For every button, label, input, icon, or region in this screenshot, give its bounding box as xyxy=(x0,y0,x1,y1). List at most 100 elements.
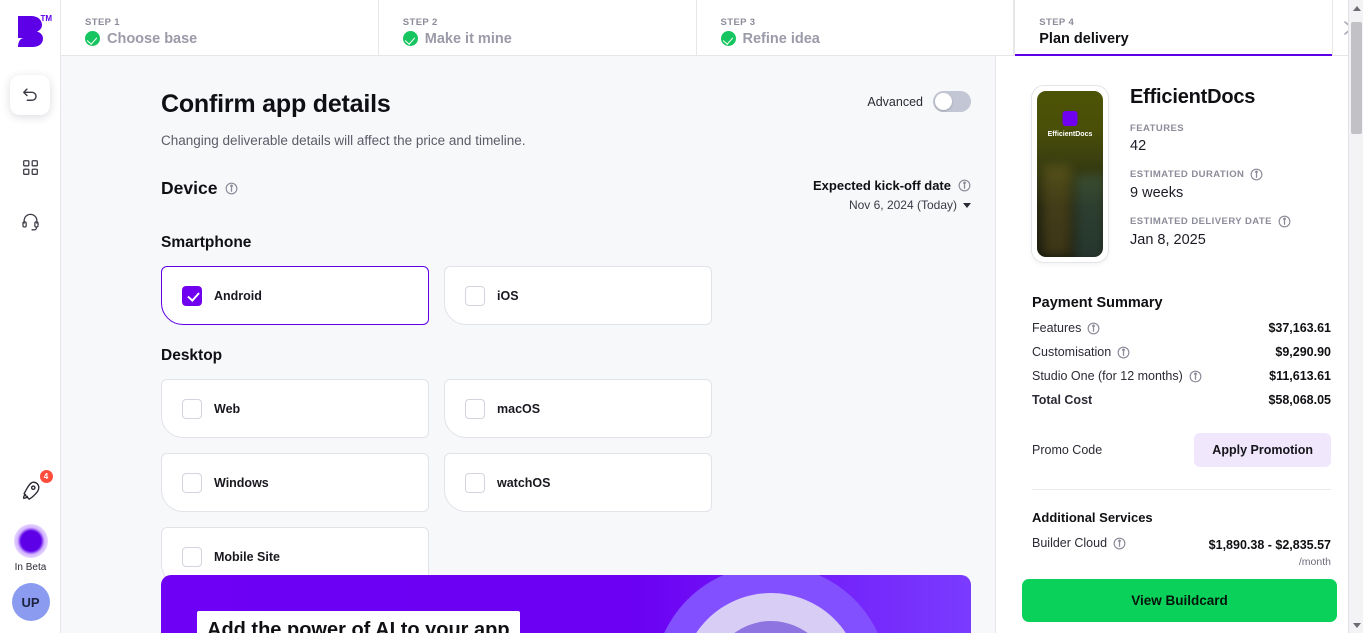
check-circle-icon xyxy=(402,31,418,46)
steps-header: STEP 1 Choose base STEP 2 Make it mine S… xyxy=(61,0,1363,56)
group-title-smartphone: Smartphone xyxy=(161,234,252,251)
view-buildcard-button[interactable]: View Buildcard xyxy=(1022,578,1337,622)
delivery-label-row: ESTIMATED DELIVERY DATE xyxy=(1130,215,1291,228)
brand-logo[interactable]: TM xyxy=(0,0,60,61)
app-thumbnail-label: EfficientDocs xyxy=(1047,131,1093,138)
device-option-web[interactable]: Web xyxy=(161,379,429,438)
app-thumbnail: EfficientDocs xyxy=(1032,86,1108,262)
step-tab-2[interactable]: STEP 2 Make it mine xyxy=(379,0,697,55)
payment-row-label-group: Features xyxy=(1032,321,1100,335)
duration-label: ESTIMATED DURATION xyxy=(1130,169,1245,180)
app-header: EfficientDocs EfficientDocs FEATURES 42 … xyxy=(1032,86,1331,262)
checkbox-mobile-site[interactable] xyxy=(182,546,202,567)
smartphone-options: Android iOS xyxy=(161,266,971,325)
step-tab-3[interactable]: STEP 3 Refine idea xyxy=(697,0,1015,55)
info-icon[interactable] xyxy=(1278,215,1291,228)
cta-footer: View Buildcard xyxy=(996,567,1363,633)
info-icon[interactable] xyxy=(1250,168,1263,181)
app-icon xyxy=(1062,111,1078,126)
step-tab-1[interactable]: STEP 1 Choose base xyxy=(61,0,379,55)
device-option-label: Web xyxy=(214,401,241,416)
step-4-title: Plan delivery xyxy=(1039,30,1129,47)
support-button[interactable] xyxy=(10,201,50,241)
step-1-title: Choose base xyxy=(107,30,198,47)
beta-label: In Beta xyxy=(14,562,47,573)
info-icon[interactable] xyxy=(225,182,238,195)
section-divider xyxy=(1032,489,1331,490)
payment-row-total: Total Cost $58,068.05 xyxy=(1032,393,1331,407)
desktop-options: Web macOS Windows watchOS Mobile Site xyxy=(161,379,971,586)
device-option-label: Android xyxy=(214,288,262,303)
features-value: 42 xyxy=(1130,138,1147,154)
concentric-rings-decoration xyxy=(651,575,891,633)
payment-row-label-group: Studio One (for 12 months) xyxy=(1032,369,1202,383)
device-option-watchos[interactable]: watchOS xyxy=(444,453,712,512)
info-icon[interactable] xyxy=(1113,537,1126,550)
undo-button[interactable] xyxy=(10,75,50,115)
payment-row-label: Customisation xyxy=(1032,345,1112,359)
checkbox-windows[interactable] xyxy=(182,472,202,493)
payment-row-label: Studio One (for 12 months) xyxy=(1032,369,1183,383)
checkbox-web[interactable] xyxy=(182,398,202,419)
promo-code-label: Promo Code xyxy=(1032,443,1103,457)
main-column: STEP 1 Choose base STEP 2 Make it mine S… xyxy=(61,0,1363,633)
beta-orb-icon xyxy=(13,524,48,558)
rocket-button[interactable]: 4 xyxy=(15,470,53,506)
device-option-label: Mobile Site xyxy=(214,549,280,564)
app-thumbnail-image: EfficientDocs xyxy=(1037,91,1103,257)
checkbox-watchos[interactable] xyxy=(465,472,485,493)
apply-promotion-button[interactable]: Apply Promotion xyxy=(1194,433,1331,467)
ai-promo-headline: Add the power of AI to your app xyxy=(197,611,520,633)
checkbox-macos[interactable] xyxy=(465,398,485,419)
device-option-android[interactable]: Android xyxy=(161,266,429,325)
page-scrollbar[interactable] xyxy=(1348,0,1363,633)
device-option-ios[interactable]: iOS xyxy=(444,266,712,325)
page-title: Confirm app details xyxy=(161,90,391,118)
info-icon[interactable] xyxy=(1117,346,1130,359)
step-3-title: Refine idea xyxy=(742,30,820,47)
ai-promo-banner[interactable]: Add the power of AI to your app xyxy=(161,575,971,633)
device-option-macos[interactable]: macOS xyxy=(444,379,712,438)
payment-row-label-group: Customisation xyxy=(1032,345,1130,359)
rocket-icon xyxy=(22,481,39,500)
summary-panel: EfficientDocs EfficientDocs FEATURES 42 … xyxy=(995,56,1363,633)
checkbox-android[interactable] xyxy=(182,285,202,306)
info-icon[interactable] xyxy=(1087,322,1100,335)
payment-row-amount: $37,163.61 xyxy=(1268,321,1331,335)
body-split: Confirm app details Changing deliverable… xyxy=(61,56,1363,633)
payment-row-studio-one: Studio One (for 12 months) $11,613.61 xyxy=(1032,369,1331,383)
device-option-windows[interactable]: Windows xyxy=(161,453,429,512)
scroll-down-button[interactable] xyxy=(1349,617,1363,633)
check-circle-icon xyxy=(85,31,100,46)
advanced-toggle-group[interactable]: Advanced xyxy=(867,91,971,112)
kickoff-date-value: Nov 6, 2024 (Today) xyxy=(848,198,957,212)
checkbox-ios[interactable] xyxy=(465,285,485,306)
app-name: EfficientDocs xyxy=(1130,86,1256,108)
grid-apps-icon xyxy=(22,159,38,175)
device-option-label: Windows xyxy=(214,475,269,490)
kickoff-date-select[interactable]: Nov 6, 2024 (Today) xyxy=(813,198,971,212)
device-option-label: iOS xyxy=(497,288,519,303)
scroll-up-button[interactable] xyxy=(1349,0,1363,16)
avatar[interactable]: UP xyxy=(11,583,50,621)
scrollbar-thumb[interactable] xyxy=(1351,22,1362,134)
step-2-number: STEP 2 xyxy=(402,16,438,28)
apps-dashboard-button[interactable] xyxy=(10,147,50,187)
rail-bottom-group: 4 In Beta UP xyxy=(0,470,61,621)
step-tab-4[interactable]: STEP 4 Plan delivery xyxy=(1014,0,1333,56)
check-circle-icon xyxy=(720,31,736,46)
service-row-builder-cloud: Builder Cloud $1,890.38 - $2,835.57 /mon… xyxy=(1032,536,1331,568)
triangle-down-icon xyxy=(1352,622,1361,628)
beta-indicator[interactable]: In Beta xyxy=(13,524,48,573)
kickoff-label: Expected kick-off date xyxy=(813,178,951,193)
info-icon[interactable] xyxy=(958,179,971,192)
advanced-toggle[interactable] xyxy=(933,91,971,112)
device-option-label: watchOS xyxy=(497,475,551,490)
summary-scroll-region: EfficientDocs EfficientDocs FEATURES 42 … xyxy=(996,56,1363,568)
step-2-title: Make it mine xyxy=(424,30,512,47)
info-icon[interactable] xyxy=(1189,370,1202,383)
promo-code-row: Promo Code Apply Promotion xyxy=(1032,433,1331,467)
service-amount: $1,890.38 - $2,835.57 xyxy=(1208,538,1331,552)
triangle-up-icon xyxy=(1352,5,1361,11)
chevron-down-icon xyxy=(963,202,971,208)
